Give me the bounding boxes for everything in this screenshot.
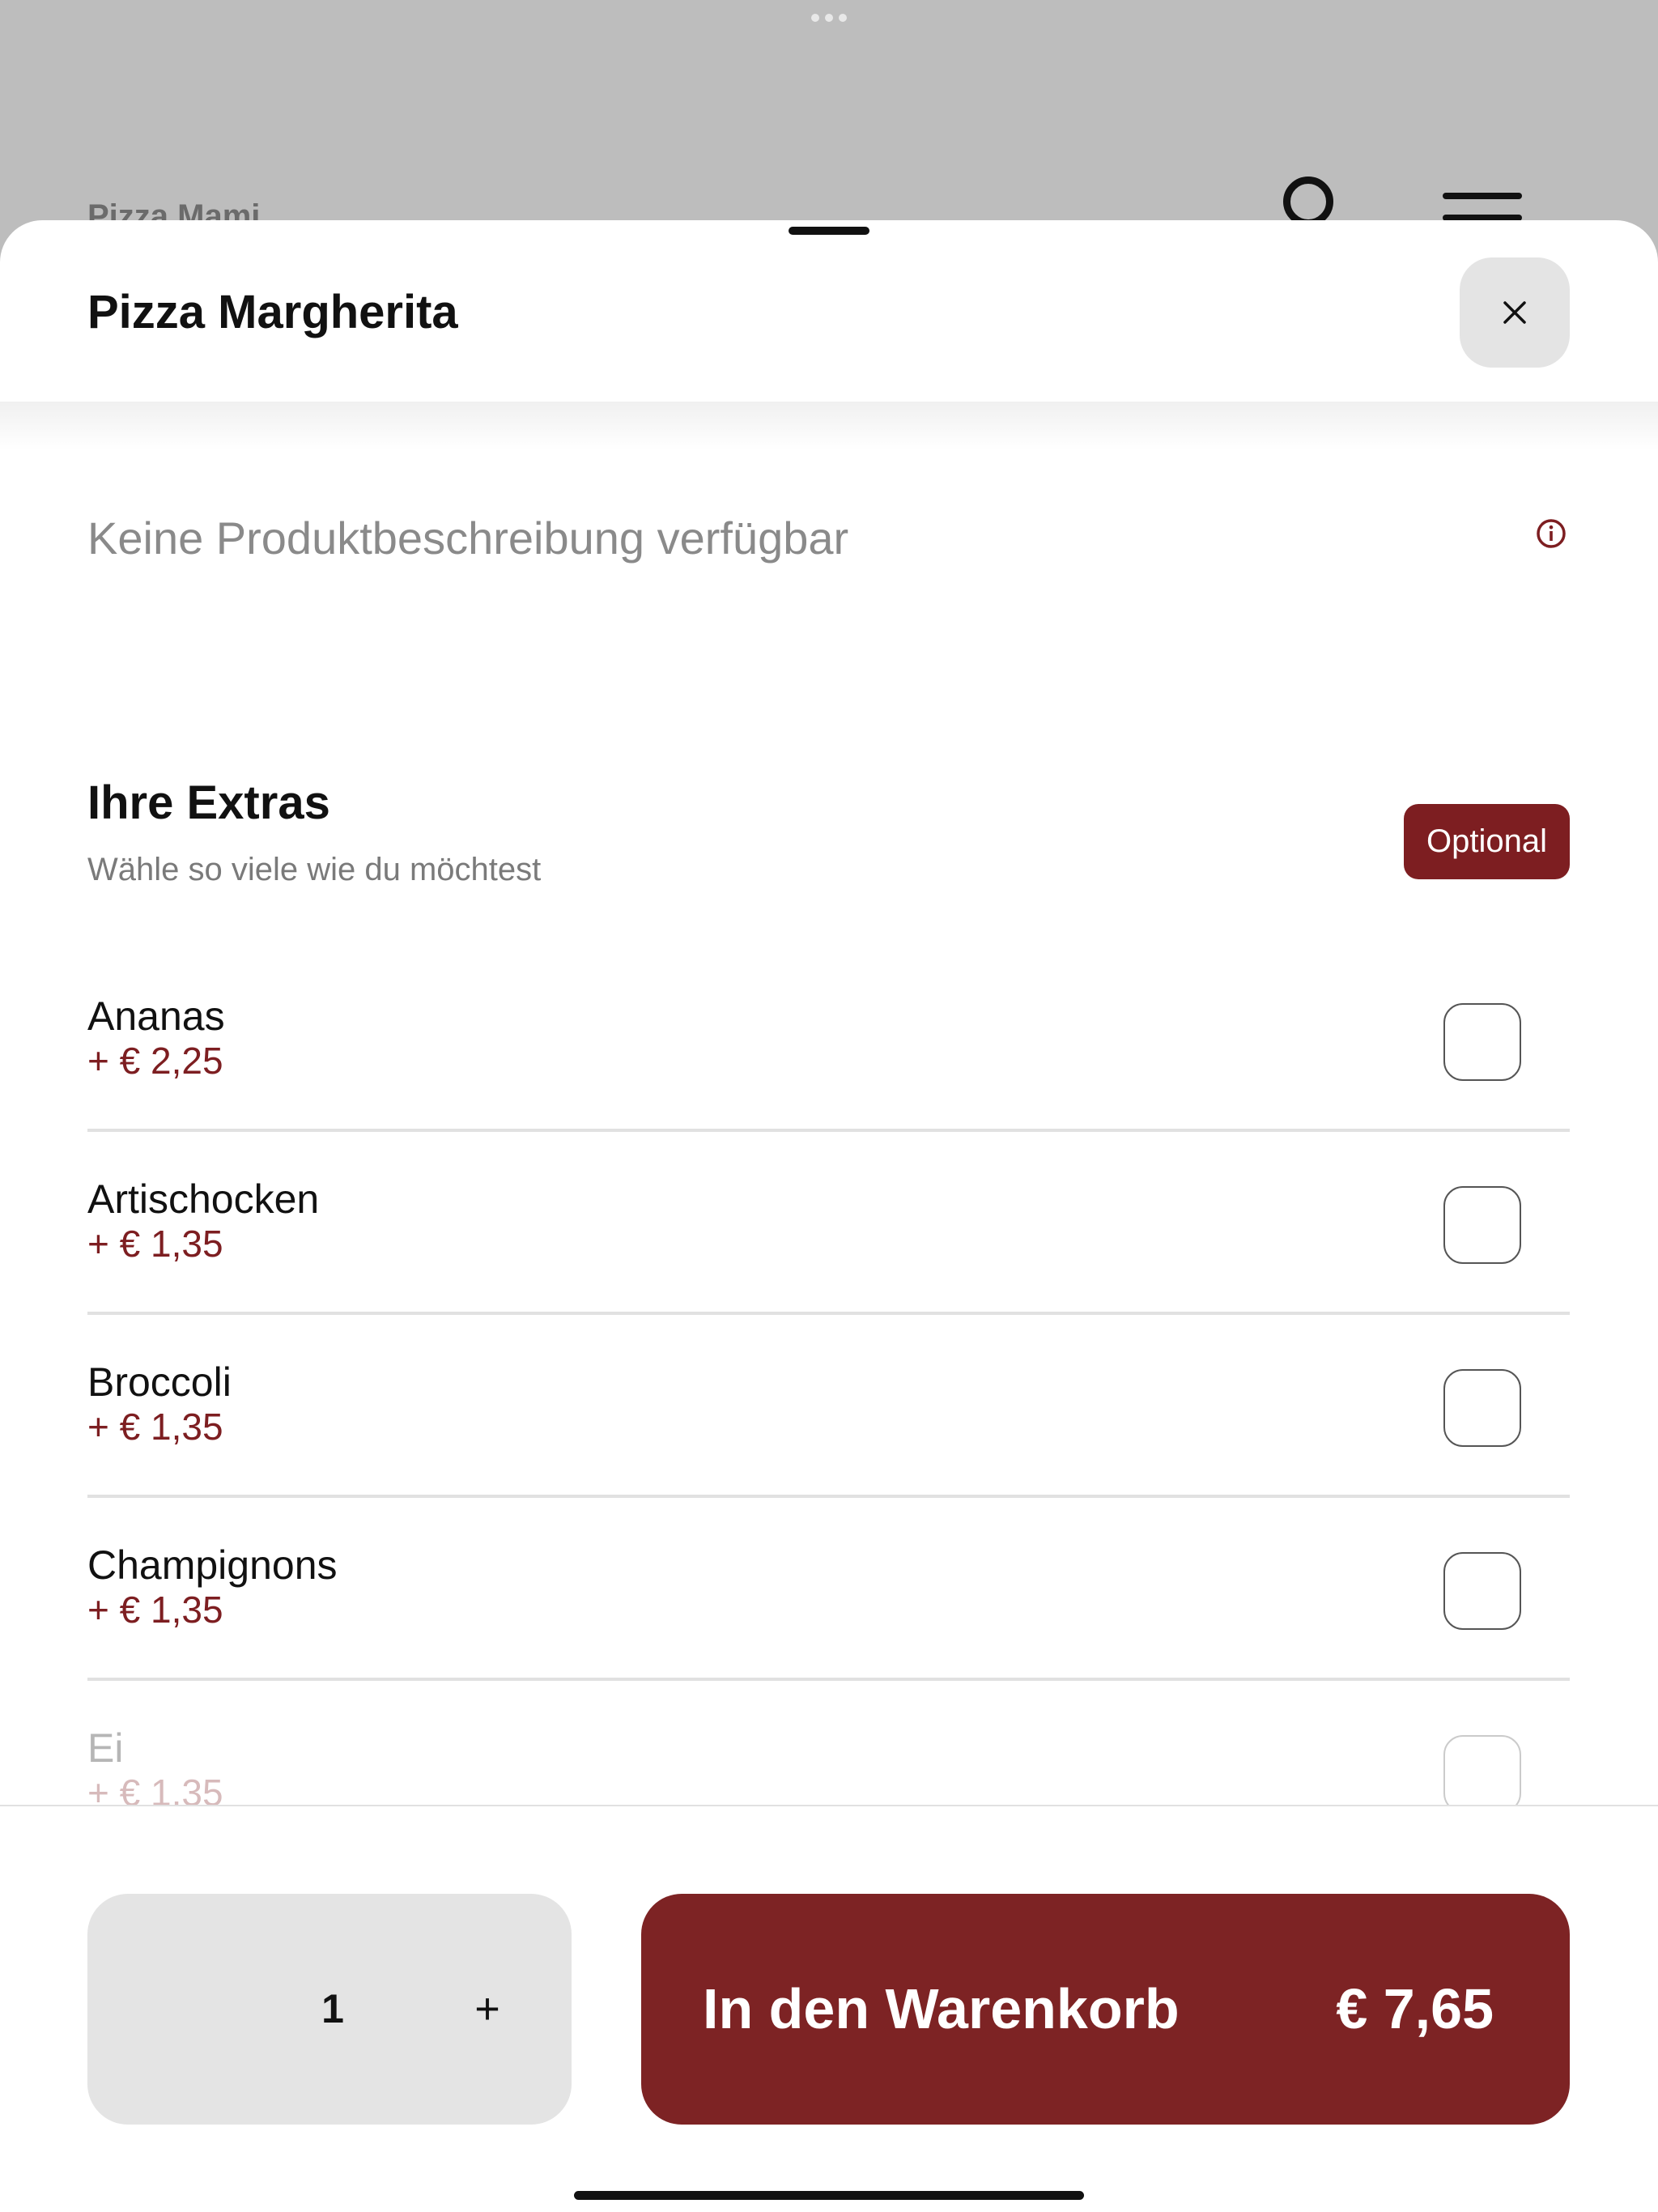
extra-price: + € 2,25: [87, 1040, 223, 1082]
extra-checkbox[interactable]: [1443, 1369, 1521, 1447]
quantity-stepper: 1 +: [87, 1894, 572, 2125]
extra-checkbox[interactable]: [1443, 1735, 1521, 1805]
extra-item-ananas[interactable]: Ananas + € 2,25: [87, 949, 1570, 1132]
close-button[interactable]: [1460, 257, 1570, 368]
extra-price: + € 1,35: [87, 1223, 223, 1265]
extra-item-champignons[interactable]: Champignons + € 1,35: [87, 1498, 1570, 1681]
extra-name: Artischocken: [87, 1176, 320, 1222]
home-indicator[interactable]: [574, 2191, 1084, 2200]
multitasking-dots-icon[interactable]: [811, 14, 847, 23]
extras-title: Ihre Extras: [87, 776, 330, 829]
extra-checkbox[interactable]: [1443, 1186, 1521, 1264]
extra-name: Ananas: [87, 993, 225, 1039]
background-menu-icon: [1443, 193, 1522, 199]
extra-price: + € 1,35: [87, 1772, 223, 1805]
info-icon[interactable]: [1535, 517, 1567, 550]
extra-checkbox[interactable]: [1443, 1552, 1521, 1630]
extra-item-artischocken[interactable]: Artischocken + € 1,35: [87, 1132, 1570, 1315]
product-description: Keine Produktbeschreibung verfügbar: [87, 513, 849, 564]
extra-name: Broccoli: [87, 1359, 232, 1405]
extra-price: + € 1,35: [87, 1406, 223, 1448]
quantity-value: 1: [321, 1986, 344, 2031]
extra-item-ei[interactable]: Ei + € 1,35: [87, 1681, 1570, 1805]
close-icon: [1503, 301, 1526, 324]
extra-checkbox[interactable]: [1443, 1003, 1521, 1081]
extras-list: Ananas + € 2,25 Artischocken + € 1,35 Br…: [87, 949, 1570, 1805]
extra-name: Champignons: [87, 1542, 338, 1588]
add-to-cart-button[interactable]: In den Warenkorb € 7,65: [641, 1894, 1570, 2125]
plus-icon[interactable]: +: [463, 1894, 512, 2125]
extras-subtitle: Wähle so viele wie du möchtest: [87, 852, 542, 887]
header-divider: [0, 402, 1658, 450]
cart-total-price: € 7,65: [1336, 1977, 1494, 2040]
add-to-cart-label: In den Warenkorb: [703, 1977, 1180, 2040]
product-title: Pizza Margherita: [87, 286, 458, 338]
extra-name: Ei: [87, 1725, 124, 1771]
footer-divider: [0, 1805, 1658, 1806]
product-sheet: Pizza Margherita Keine Produktbeschreibu…: [0, 220, 1658, 2212]
sheet-header: Pizza Margherita: [0, 220, 1658, 402]
extra-price: + € 1,35: [87, 1589, 223, 1631]
optional-badge: Optional: [1404, 804, 1570, 879]
extra-item-broccoli[interactable]: Broccoli + € 1,35: [87, 1315, 1570, 1498]
background-account-icon: [1283, 177, 1333, 227]
